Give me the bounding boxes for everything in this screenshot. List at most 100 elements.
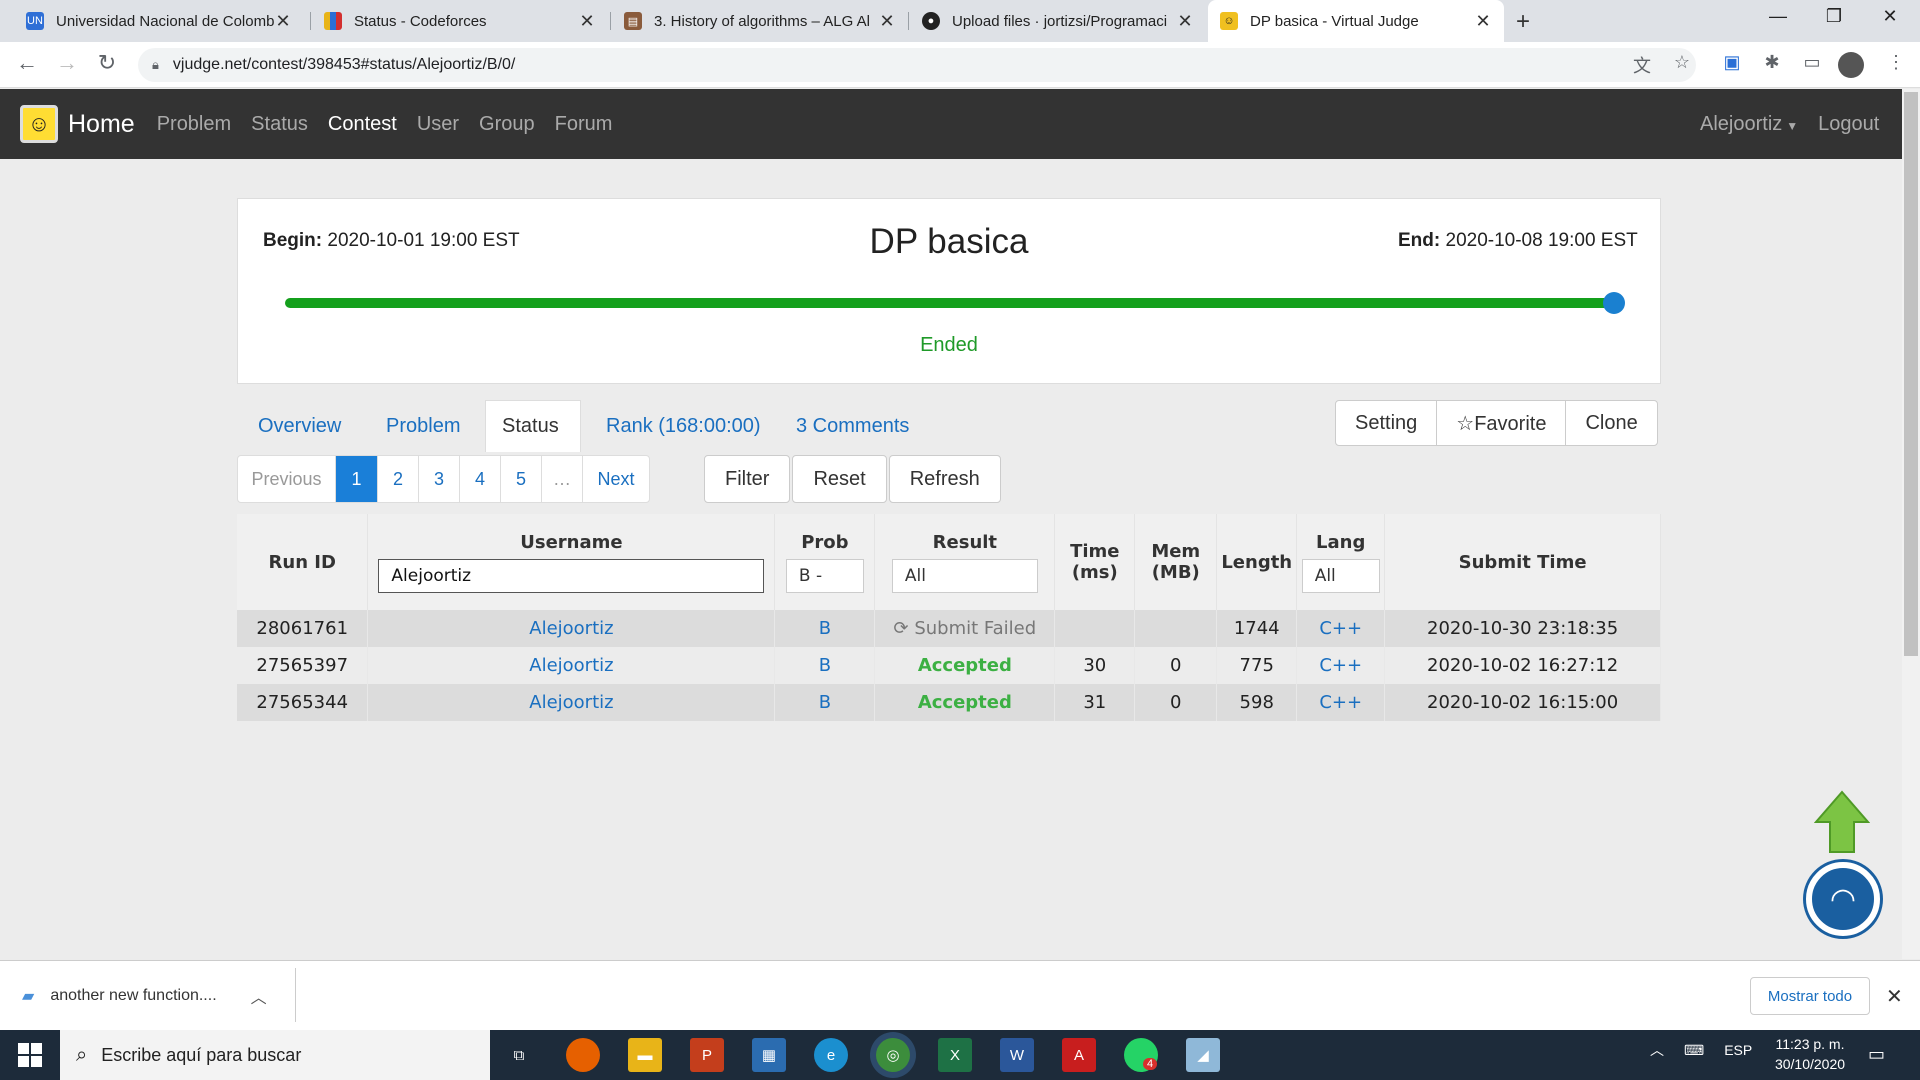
page-4[interactable]: 4 bbox=[460, 456, 501, 502]
whatsapp-icon[interactable]: 4 bbox=[1124, 1038, 1158, 1072]
reload-icon[interactable]: ↻ bbox=[92, 50, 122, 76]
result-cell[interactable]: Accepted bbox=[874, 647, 1056, 684]
prev-button[interactable]: Previous bbox=[238, 456, 336, 502]
nav-contest[interactable]: Contest bbox=[328, 113, 397, 136]
result-filter-select[interactable]: All bbox=[891, 558, 1038, 593]
window-close-icon[interactable]: ✕ bbox=[1870, 6, 1910, 27]
scroll-top-arrow-icon[interactable] bbox=[1814, 790, 1870, 854]
username-link[interactable]: Alejoortiz bbox=[367, 647, 776, 684]
clock[interactable]: 11:23 p. m. 30/10/2020 bbox=[1760, 1034, 1860, 1074]
prob-link[interactable]: B bbox=[774, 684, 876, 721]
chevron-up-icon[interactable]: ︿ bbox=[1650, 1040, 1664, 1060]
nav-group[interactable]: Group bbox=[479, 113, 535, 136]
translate-icon[interactable]: 文 bbox=[1628, 52, 1656, 78]
tab-overview[interactable]: Overview bbox=[242, 400, 357, 452]
user-menu[interactable]: Alejoortiz ▼ bbox=[1700, 113, 1798, 136]
show-all-button[interactable]: Mostrar todo bbox=[1750, 977, 1870, 1015]
logout-link[interactable]: Logout bbox=[1818, 113, 1879, 136]
forward-icon[interactable]: → bbox=[52, 50, 82, 76]
file-explorer-icon[interactable]: ▬ bbox=[628, 1038, 662, 1072]
page-5[interactable]: 5 bbox=[501, 456, 542, 502]
time-cell: 31 bbox=[1054, 684, 1136, 721]
clone-button[interactable]: Clone bbox=[1566, 401, 1656, 445]
favorite-button[interactable]: ☆Favorite bbox=[1437, 401, 1567, 445]
firefox-icon[interactable] bbox=[566, 1038, 600, 1072]
site-navbar: ☺ Home Problem Status Contest User Group… bbox=[0, 89, 1902, 159]
cast-icon[interactable]: ▭ bbox=[1798, 52, 1826, 78]
lang-filter-select[interactable]: All bbox=[1301, 558, 1380, 593]
avatar[interactable] bbox=[1838, 52, 1864, 78]
close-icon[interactable]: ✕ bbox=[878, 11, 896, 32]
lang-link[interactable]: C++ bbox=[1296, 610, 1386, 647]
powerpoint-icon[interactable]: P bbox=[690, 1038, 724, 1072]
lang-link[interactable]: C++ bbox=[1296, 647, 1386, 684]
table-header-row: Run ID Username Alejoortiz Prob B - Resu… bbox=[237, 514, 1661, 610]
notifications-icon[interactable]: ▭ bbox=[1868, 1044, 1885, 1065]
nav-forum[interactable]: Forum bbox=[555, 113, 613, 136]
chevron-up-icon[interactable]: ︿ bbox=[251, 984, 267, 1008]
browser-tab[interactable]: Status - Codeforces ✕ bbox=[312, 0, 608, 42]
download-item[interactable]: ▰ another new function.... ︿ bbox=[22, 984, 267, 1008]
refresh-button[interactable]: Refresh bbox=[888, 455, 1001, 503]
address-bar[interactable]: 🔒︎ vjudge.net/contest/398453#status/Alej… bbox=[138, 48, 1696, 82]
result-cell[interactable]: Accepted bbox=[874, 684, 1056, 721]
close-icon[interactable]: ✕ bbox=[1886, 984, 1903, 1009]
search-placeholder: Escribe aquí para buscar bbox=[101, 1044, 302, 1065]
browser-tab[interactable]: ● Upload files · jortizsi/Programaci ✕ bbox=[910, 0, 1206, 42]
username-link[interactable]: Alejoortiz bbox=[367, 684, 776, 721]
back-icon[interactable]: ← bbox=[12, 50, 42, 76]
word-icon[interactable]: W bbox=[1000, 1038, 1034, 1072]
reset-button[interactable]: Reset bbox=[792, 455, 887, 503]
username-filter-input[interactable]: Alejoortiz bbox=[378, 558, 765, 593]
keyboard-icon[interactable]: ⌨ bbox=[1684, 1042, 1704, 1059]
nav-user[interactable]: User bbox=[417, 113, 459, 136]
close-icon[interactable]: ✕ bbox=[578, 11, 596, 32]
extensions-icon[interactable]: ✱ bbox=[1758, 52, 1786, 78]
restore-icon[interactable]: ❐ bbox=[1814, 6, 1854, 27]
username-link[interactable]: Alejoortiz bbox=[367, 610, 776, 647]
prob-filter-select[interactable]: B - bbox=[785, 558, 864, 593]
browser-tab[interactable]: ▤ 3. History of algorithms – ALG Al ✕ bbox=[612, 0, 908, 42]
nav-problem[interactable]: Problem bbox=[157, 113, 231, 136]
browser-tab[interactable]: UN Universidad Nacional de Colomb ✕ bbox=[14, 0, 304, 42]
minimize-icon[interactable]: — bbox=[1758, 6, 1798, 27]
store-icon[interactable]: ▦ bbox=[752, 1038, 786, 1072]
support-chat-icon[interactable]: ◠ bbox=[1806, 862, 1880, 936]
lang-link[interactable]: C++ bbox=[1296, 684, 1386, 721]
chrome-icon[interactable]: ◎ bbox=[876, 1038, 910, 1072]
prob-link[interactable]: B bbox=[774, 647, 876, 684]
nav-status[interactable]: Status bbox=[251, 113, 308, 136]
next-button[interactable]: Next bbox=[583, 456, 649, 502]
vjudge-logo-icon[interactable]: ☺ bbox=[20, 105, 58, 143]
windows-start-icon[interactable] bbox=[18, 1043, 42, 1067]
task-view-icon[interactable]: ⧉ bbox=[502, 1038, 536, 1072]
new-tab-icon[interactable]: + bbox=[1516, 8, 1530, 36]
bookmark-star-icon[interactable]: ☆ bbox=[1668, 52, 1696, 78]
setting-button[interactable]: Setting bbox=[1336, 401, 1438, 445]
tab-comments[interactable]: 3 Comments bbox=[780, 400, 925, 452]
tab-status[interactable]: Status bbox=[485, 400, 581, 452]
close-icon[interactable]: ✕ bbox=[1176, 11, 1194, 32]
filter-button[interactable]: Filter bbox=[704, 455, 791, 503]
excel-icon[interactable]: X bbox=[938, 1038, 972, 1072]
page-3[interactable]: 3 bbox=[419, 456, 460, 502]
page-1[interactable]: 1 bbox=[336, 456, 378, 502]
close-icon[interactable]: ✕ bbox=[1474, 11, 1492, 32]
language-indicator[interactable]: ESP bbox=[1724, 1042, 1752, 1058]
tab-problem[interactable]: Problem bbox=[370, 400, 476, 452]
edge-icon[interactable]: e bbox=[814, 1038, 848, 1072]
page-2[interactable]: 2 bbox=[378, 456, 419, 502]
scrollbar-thumb[interactable] bbox=[1904, 92, 1918, 656]
close-icon[interactable]: ✕ bbox=[274, 11, 292, 32]
nav-home[interactable]: Home bbox=[68, 110, 135, 139]
taskbar-search[interactable]: ⌕ Escribe aquí para buscar bbox=[60, 1030, 490, 1080]
result-cell[interactable]: ⟳ Submit Failed bbox=[874, 610, 1056, 647]
google-translate-icon[interactable]: ▣ bbox=[1718, 52, 1746, 78]
notes-app-icon[interactable]: ◢ bbox=[1186, 1038, 1220, 1072]
acrobat-icon[interactable]: A bbox=[1062, 1038, 1096, 1072]
menu-icon[interactable]: ⋮ bbox=[1882, 52, 1910, 78]
browser-tab-active[interactable]: ☺ DP basica - Virtual Judge ✕ bbox=[1208, 0, 1504, 42]
prob-link[interactable]: B bbox=[774, 610, 876, 647]
time-cell: 30 bbox=[1054, 647, 1136, 684]
tab-rank[interactable]: Rank (168:00:00) bbox=[590, 400, 777, 452]
